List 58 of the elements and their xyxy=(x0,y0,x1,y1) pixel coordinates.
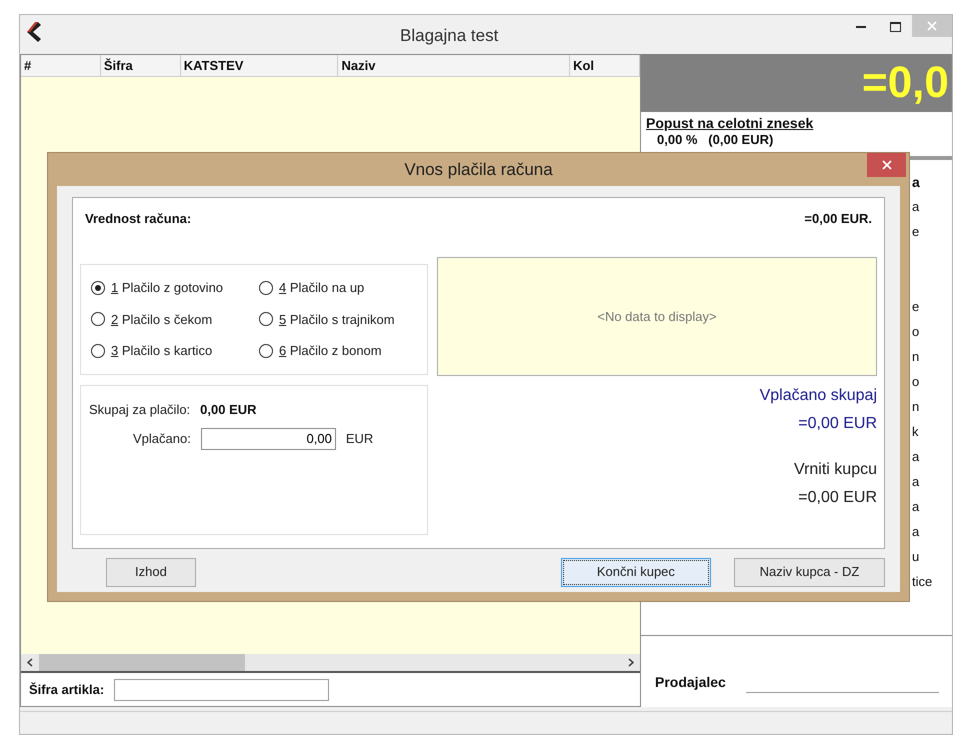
paid-total-label: Vplačano skupaj xyxy=(760,386,877,406)
dialog-button[interactable]: Končni kupec xyxy=(560,558,711,586)
scroll-left-icon[interactable] xyxy=(27,658,33,667)
close-icon xyxy=(927,21,937,31)
scrollbar-thumb[interactable] xyxy=(39,654,245,671)
total-amount: =0,0 xyxy=(862,61,949,105)
side-text: a xyxy=(912,473,920,491)
side-text: a xyxy=(912,198,920,216)
dialog-title: Vnos plačila računa xyxy=(404,158,553,181)
side-text: tice xyxy=(912,573,934,591)
side-text: o xyxy=(912,373,920,391)
close-icon xyxy=(882,160,892,170)
side-text: e xyxy=(912,223,920,241)
paid-label: Vplačano: xyxy=(133,430,191,448)
side-text: k xyxy=(912,423,920,441)
side-text: e xyxy=(912,298,920,316)
total-value: 0,00 EUR xyxy=(200,401,257,419)
change-value: =0,00 EUR xyxy=(798,488,877,508)
article-code-label: Šifra artikla: xyxy=(29,680,104,699)
side-text: a xyxy=(912,498,920,516)
dialog-button[interactable]: Izhod xyxy=(106,558,196,586)
radio-button[interactable]: 6 Plačilo z bonom xyxy=(258,341,427,362)
side-text: n xyxy=(912,398,920,416)
no-data-message: <No data to display> xyxy=(597,308,717,326)
side-text: u xyxy=(912,548,920,566)
radio-button[interactable]: 2 Plačilo s čekom xyxy=(91,309,259,330)
maximize-icon xyxy=(890,22,900,32)
column-header[interactable]: # xyxy=(21,55,101,76)
total-label: Skupaj za plačilo: xyxy=(89,401,190,419)
invoice-label: Vrednost računa: xyxy=(85,210,192,228)
close-button[interactable] xyxy=(867,153,906,177)
app-logo-icon xyxy=(24,21,42,43)
dialog-button[interactable]: Naziv kupca - DZ xyxy=(734,558,885,586)
radio-button[interactable]: 1 Plačilo z gotovino xyxy=(91,278,259,298)
column-header[interactable]: KATSTEV xyxy=(180,55,338,76)
radio-button[interactable]: 5 Plačilo s trajnikom xyxy=(258,309,427,330)
discount-value: 0,00 % (0,00 EUR) xyxy=(656,132,774,148)
discount-title: Popust na celotni znesek xyxy=(646,115,814,132)
column-header[interactable]: Kol xyxy=(570,55,640,76)
scroll-right-icon[interactable] xyxy=(628,658,634,667)
invoice-value: =0,00 EUR. xyxy=(804,210,872,228)
article-code-field[interactable] xyxy=(114,678,330,700)
seller-label: Prodajalec xyxy=(655,673,726,692)
column-header[interactable]: Naziv xyxy=(338,55,570,76)
paid-total-value: =0,00 EUR xyxy=(798,414,877,434)
minimize-icon xyxy=(856,26,866,28)
side-text: a xyxy=(912,173,921,192)
paid-field[interactable]: 0,00 xyxy=(200,428,336,450)
radio-button[interactable]: 3 Plačilo s kartico xyxy=(91,341,259,362)
side-text: o xyxy=(912,323,920,341)
paid-unit: EUR xyxy=(346,430,374,448)
change-label: Vrniti kupcu xyxy=(794,460,877,480)
column-header[interactable]: Šifra xyxy=(100,55,181,76)
window-title: Blagajna test xyxy=(400,25,498,47)
radio-button[interactable]: 4 Plačilo na up xyxy=(258,278,427,298)
side-text: a xyxy=(912,523,920,541)
side-text: n xyxy=(912,348,920,366)
side-text: a xyxy=(912,448,920,466)
